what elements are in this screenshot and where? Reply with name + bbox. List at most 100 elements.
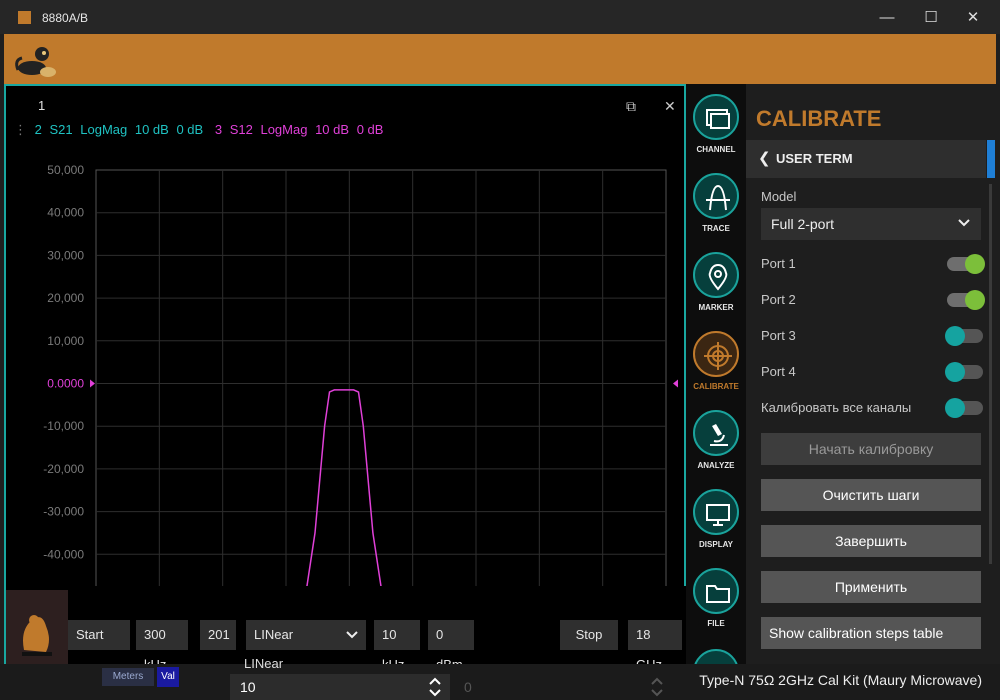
sweep-type-select[interactable]: LINear (246, 620, 366, 650)
nav-label: DISPLAY (699, 540, 733, 549)
secondary-value-input[interactable]: 0 (454, 674, 672, 700)
y-tick-label: 40,000 (47, 206, 84, 220)
nav-label: ANALYZE (697, 461, 735, 470)
trace-param: S12 (229, 122, 253, 137)
port-label: Калибровать все каналы (761, 400, 912, 415)
points-field[interactable]: 201 (200, 620, 236, 650)
y-tick-label: -20,000 (43, 462, 84, 476)
nav-label: TRACE (702, 224, 730, 233)
trace-id: 3 (214, 122, 223, 137)
y-tick-label: -30,000 (43, 505, 84, 519)
port-label: Port 4 (761, 364, 796, 379)
nav-display[interactable]: DISPLAY (686, 479, 746, 558)
marker-icon (708, 263, 728, 291)
nav-label: CHANNEL (696, 145, 736, 154)
popout-icon[interactable]: ⧉ (626, 98, 636, 115)
port-4-row: Port 4 (761, 362, 983, 382)
nav-label: CALIBRATE (693, 382, 739, 391)
close-icon[interactable]: ✕ (962, 8, 984, 28)
trace-scale: 10 dB (315, 122, 350, 137)
title-bar: 8880A/B — ☐ ✕ (0, 0, 1000, 34)
finish-button[interactable]: Завершить (761, 525, 981, 557)
all-channels-row: Калибровать все каналы (761, 398, 983, 418)
trace-param: S21 (49, 122, 73, 137)
panel-scrollbar[interactable] (989, 184, 992, 564)
start-label[interactable]: Start (68, 620, 130, 650)
user-term-back-button[interactable]: ❮ USER TERM (746, 140, 986, 178)
ref-marker-left (90, 379, 95, 388)
window-title: 8880A/B (42, 11, 89, 25)
meters-tab[interactable]: Meters (102, 668, 154, 686)
y-tick-label: -10,000 (43, 419, 84, 433)
trace-2[interactable]: 2 S21 LogMag 10 dB 0 dB (35, 122, 211, 137)
show-steps-table-button[interactable]: Show calibration steps table (761, 617, 981, 649)
app-icon (18, 11, 31, 24)
y-tick-label: 10,000 (47, 334, 84, 348)
port-1-row: Port 1 (761, 254, 985, 274)
minimize-icon[interactable]: — (876, 8, 898, 28)
nav-file[interactable]: FILE (686, 558, 746, 637)
brand-bar (4, 34, 996, 84)
port-2-toggle[interactable] (947, 290, 985, 310)
ifbw-field[interactable]: 10 kHz (374, 620, 420, 672)
port-3-row: Port 3 (761, 326, 983, 346)
status-bar: Meters Val LINear 10 0 Type-N 75Ω 2GHz C… (0, 656, 1000, 700)
logo-icon (15, 47, 56, 77)
model-value: Full 2-port (771, 216, 835, 232)
stepper-icon[interactable] (428, 676, 442, 698)
calibrate-icon (704, 342, 732, 370)
start-value-field[interactable]: 300 kHz (136, 620, 188, 672)
selection-accent (987, 140, 995, 178)
nav-marker[interactable]: MARKER (686, 242, 746, 321)
model-label: Model (761, 189, 797, 204)
model-select[interactable]: Full 2-port (761, 208, 981, 240)
chevron-down-icon (346, 631, 358, 639)
all-channels-toggle[interactable] (945, 398, 983, 418)
value-input[interactable]: 10 (230, 674, 450, 700)
stepper-icon[interactable] (650, 676, 664, 698)
stop-label[interactable]: Stop (560, 620, 618, 650)
trace-id: 2 (34, 122, 42, 137)
chevron-left-icon: ❮ (758, 150, 771, 167)
clear-steps-button[interactable]: Очистить шаги (761, 479, 981, 511)
small-logo-icon (6, 590, 68, 664)
port-3-toggle[interactable] (945, 326, 983, 346)
side-nav: CHANNEL TRACE MARKER CALIBRATE ANALYZE D… (686, 84, 746, 670)
trace-3[interactable]: 3 S12 LogMag 10 dB 0 dB (215, 122, 388, 137)
trace-ref: 0 dB (176, 122, 204, 137)
nav-label: MARKER (698, 303, 734, 312)
y-tick-label: -40,000 (43, 547, 84, 561)
sweep-type-value: LINear (254, 627, 294, 642)
monitor-icon (706, 504, 730, 526)
secondary-value-text: 0 (464, 679, 472, 695)
y-tick-label: 0.0000 (47, 377, 84, 391)
close-panel-icon[interactable]: ✕ (664, 98, 676, 115)
drag-handle-icon[interactable]: ⋮ (14, 122, 27, 137)
val-tab[interactable]: Val (157, 667, 179, 687)
panel-title: CALIBRATE (756, 106, 882, 131)
port-1-toggle[interactable] (947, 254, 985, 274)
nav-channel[interactable]: CHANNEL (686, 84, 746, 163)
power-field[interactable]: 0 dBm (428, 620, 474, 672)
port-4-toggle[interactable] (945, 362, 983, 382)
port-2-row: Port 2 (761, 290, 985, 310)
chart-panel[interactable]: 1 ⧉ ✕ ⋮ 2 S21 LogMag 10 dB 0 dB 3 S12 Lo… (4, 84, 686, 672)
nav-label: FILE (707, 619, 725, 628)
maximize-icon[interactable]: ☐ (920, 8, 942, 28)
channel-number: 1 (38, 98, 46, 113)
ref-marker-right (673, 379, 678, 388)
nav-calibrate[interactable]: CALIBRATE (686, 321, 746, 400)
start-calibration-button[interactable]: Начать калибровку (761, 433, 981, 465)
microscope-icon (710, 424, 728, 446)
nav-analyze[interactable]: ANALYZE (686, 400, 746, 479)
port-label: Port 1 (761, 256, 796, 271)
sweep-bar: Start 300 kHz 201 LINear 10 kHz 0 dBm St… (6, 586, 686, 672)
trace-icon (706, 184, 730, 211)
trace-ref: 0 dB (356, 122, 384, 137)
chevron-down-icon (958, 219, 970, 227)
calibrate-panel: CALIBRATE ❮ USER TERM Model Full 2-port … (746, 84, 1000, 670)
nav-trace[interactable]: TRACE (686, 163, 746, 242)
sweep-type-caption: LINear (244, 656, 284, 671)
apply-button[interactable]: Применить (761, 571, 981, 603)
stop-value-field[interactable]: 18 GHz (628, 620, 682, 672)
